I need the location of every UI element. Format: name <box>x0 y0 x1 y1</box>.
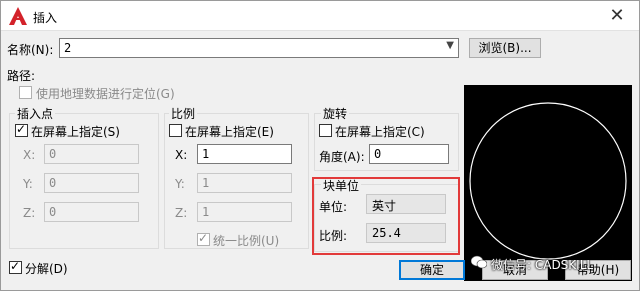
scale-x-input[interactable]: 1 <box>197 144 292 164</box>
watermark-text: 微信号: CADSKILL <box>491 258 594 272</box>
name-value: 2 <box>64 41 72 55</box>
circle-preview-icon <box>469 102 627 260</box>
uniform-scale-label: 统一比例(U) <box>213 234 280 248</box>
uniform-scale-checkbox[interactable] <box>197 231 210 246</box>
angle-input[interactable]: 0 <box>369 144 449 164</box>
scale-y-input[interactable]: 1 <box>197 173 292 193</box>
rotation-specify-label: 在屏幕上指定(C) <box>335 125 425 139</box>
name-label: 名称(N): <box>7 43 54 57</box>
rotation-title: 旋转 <box>321 105 350 122</box>
title-bar: 插入 ✕ <box>1 1 639 31</box>
geo-checkbox[interactable] <box>19 86 32 99</box>
geo-label: 使用地理数据进行定位(G) <box>36 87 175 101</box>
scale-specify-label: 在屏幕上指定(E) <box>185 125 274 139</box>
insertion-x-input[interactable]: 0 <box>44 144 139 164</box>
angle-label: 角度(A): <box>319 150 365 164</box>
block-preview <box>464 85 632 281</box>
insertion-specify-label: 在屏幕上指定(S) <box>31 125 120 139</box>
ok-button[interactable]: 确定 <box>399 260 465 280</box>
browse-button[interactable]: 浏览(B)... <box>469 38 541 58</box>
scale-x-label: X: <box>175 148 188 162</box>
insertion-z-label: Z: <box>23 206 36 220</box>
rotation-specify-checkbox[interactable] <box>319 124 332 137</box>
scale-y-label: Y: <box>175 177 185 191</box>
scale-specify-checkbox[interactable] <box>169 124 182 137</box>
name-combobox[interactable]: 2 ▼ <box>59 38 459 58</box>
insertion-y-label: Y: <box>23 177 33 191</box>
chevron-down-icon[interactable]: ▼ <box>446 40 454 51</box>
insertion-z-input[interactable]: 0 <box>44 202 139 222</box>
insertion-x-label: X: <box>23 148 36 162</box>
highlight-box <box>312 177 460 255</box>
wechat-icon <box>471 255 487 269</box>
insertion-y-input[interactable]: 0 <box>44 173 139 193</box>
insertion-specify-checkbox[interactable] <box>15 122 28 137</box>
window-title: 插入 <box>33 11 58 25</box>
insert-dialog: 插入 ✕ 名称(N): 2 ▼ 浏览(B)... 路径: 使用地理数据进行定位(… <box>0 0 640 291</box>
scale-z-input[interactable]: 1 <box>197 202 292 222</box>
explode-label: 分解(D) <box>25 262 68 276</box>
insertion-point-title: 插入点 <box>15 105 56 122</box>
autocad-logo-icon <box>9 7 27 25</box>
scale-title: 比例 <box>169 105 198 122</box>
explode-checkbox[interactable] <box>9 259 22 274</box>
path-label: 路径: <box>7 69 36 83</box>
close-button[interactable]: ✕ <box>595 1 639 31</box>
scale-z-label: Z: <box>175 206 188 220</box>
